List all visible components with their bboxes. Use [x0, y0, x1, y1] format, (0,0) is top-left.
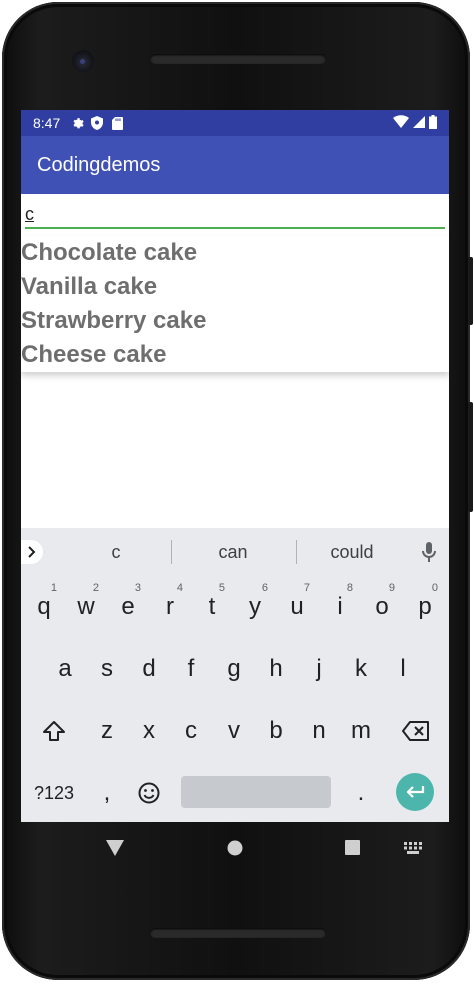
suggestion-item[interactable]: Strawberry cake [21, 304, 449, 338]
home-icon[interactable] [227, 840, 243, 856]
space-bar[interactable] [181, 776, 331, 808]
period-key[interactable]: . [340, 762, 382, 822]
key-p[interactable]: p0 [404, 576, 446, 638]
soft-keyboard: c can could q1 w2 e3 r4 t5 y6 u7 i8 o9 p… [21, 528, 449, 822]
key-e[interactable]: e3 [107, 576, 149, 638]
shift-icon [43, 721, 65, 741]
key-l[interactable]: l [382, 638, 424, 700]
bottom-speaker [150, 928, 326, 938]
sd-card-icon [110, 116, 124, 130]
keyboard-row-3: z x c v b n m [21, 700, 449, 762]
top-speaker [150, 54, 326, 64]
microphone-icon[interactable] [421, 542, 437, 562]
key-f[interactable]: f [170, 638, 212, 700]
keyboard-row-2: a s d f g h j k l [21, 638, 449, 700]
wifi-icon [393, 115, 409, 131]
shift-key[interactable] [33, 700, 75, 762]
battery-icon [429, 114, 437, 132]
prediction-divider [171, 540, 172, 564]
comma-key[interactable]: , [86, 762, 128, 822]
signal-icon [413, 115, 425, 131]
keyboard-row-1: q1 w2 e3 r4 t5 y6 u7 i8 o9 p0 [21, 576, 449, 638]
search-field-container [21, 194, 449, 232]
prediction-3[interactable]: could [298, 528, 406, 576]
prediction-bar: c can could [21, 528, 449, 576]
navigation-bar [21, 822, 449, 874]
gear-icon [70, 116, 84, 130]
status-bar: 8:47 [21, 110, 449, 136]
key-k[interactable]: k [340, 638, 382, 700]
backspace-key[interactable] [393, 700, 439, 762]
key-u[interactable]: u7 [276, 576, 318, 638]
shield-icon [90, 116, 104, 130]
suggestion-item[interactable]: Chocolate cake [21, 236, 449, 270]
key-z[interactable]: z [86, 700, 128, 762]
key-q[interactable]: q1 [23, 576, 65, 638]
app-title: Codingdemos [37, 153, 161, 176]
key-x[interactable]: x [128, 700, 170, 762]
key-o[interactable]: o9 [361, 576, 403, 638]
autocomplete-dropdown: Chocolate cake Vanilla cake Strawberry c… [21, 236, 449, 372]
key-d[interactable]: d [128, 638, 170, 700]
back-icon[interactable] [106, 840, 124, 856]
prediction-2[interactable]: can [173, 528, 293, 576]
suggestion-item[interactable]: Vanilla cake [21, 270, 449, 304]
key-r[interactable]: r4 [149, 576, 191, 638]
enter-icon [406, 786, 425, 798]
keyboard-row-4: ?123 , . [21, 762, 449, 822]
key-v[interactable]: v [213, 700, 255, 762]
status-time: 8:47 [33, 115, 61, 131]
key-j[interactable]: j [298, 638, 340, 700]
enter-key[interactable] [396, 773, 434, 811]
front-camera [72, 50, 94, 72]
emoji-icon [138, 782, 160, 804]
key-i[interactable]: i8 [319, 576, 361, 638]
screen: 8:47 Codingdemos Chocolate cake [21, 110, 449, 822]
key-m[interactable]: m [340, 700, 382, 762]
keyboard-switch-icon[interactable] [404, 842, 422, 854]
prediction-divider [296, 540, 297, 564]
app-bar: Codingdemos [21, 136, 449, 194]
volume-button [468, 402, 473, 512]
key-h[interactable]: h [255, 638, 297, 700]
key-g[interactable]: g [213, 638, 255, 700]
emoji-key[interactable] [128, 762, 170, 822]
power-button [468, 257, 473, 325]
recents-icon[interactable] [345, 840, 360, 855]
backspace-icon [402, 721, 429, 741]
key-s[interactable]: s [86, 638, 128, 700]
search-input[interactable] [25, 204, 445, 229]
key-c[interactable]: c [170, 700, 212, 762]
key-w[interactable]: w2 [65, 576, 107, 638]
symbols-key[interactable]: ?123 [29, 762, 79, 822]
key-a[interactable]: a [44, 638, 86, 700]
prediction-1[interactable]: c [61, 528, 171, 576]
chevron-right-icon[interactable] [21, 540, 43, 564]
key-y[interactable]: y6 [234, 576, 276, 638]
key-b[interactable]: b [255, 700, 297, 762]
key-n[interactable]: n [298, 700, 340, 762]
key-t[interactable]: t5 [191, 576, 233, 638]
suggestion-item[interactable]: Cheese cake [21, 338, 449, 372]
